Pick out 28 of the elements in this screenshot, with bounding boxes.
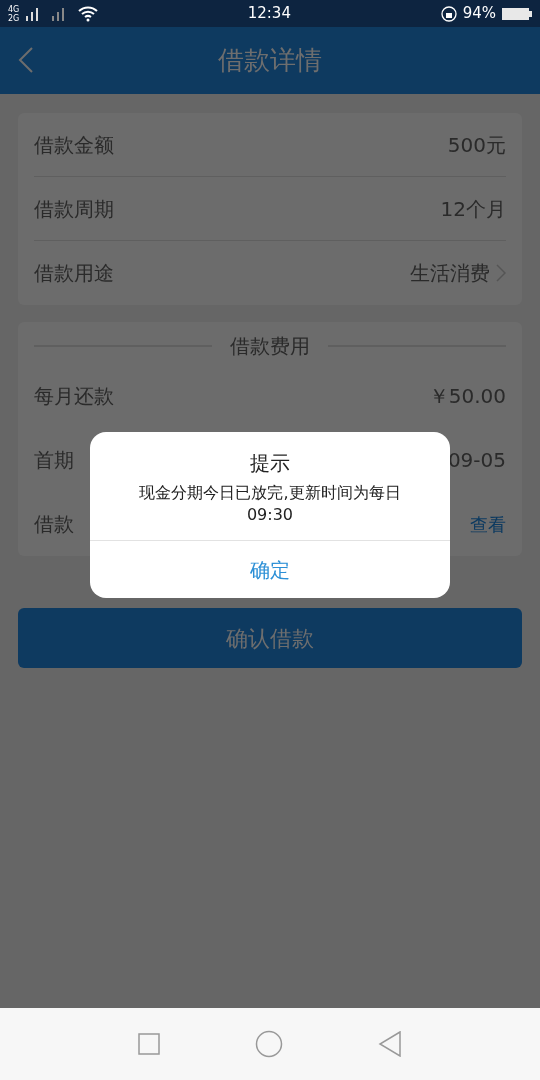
row-value: 09-05 bbox=[447, 447, 506, 474]
battery-icon bbox=[502, 6, 532, 21]
row-value: 12个月 bbox=[440, 195, 506, 223]
circle-icon[interactable] bbox=[255, 1030, 283, 1058]
row-value: 500元 bbox=[447, 131, 506, 159]
row-label: 首期 bbox=[34, 447, 74, 474]
dialog-message: 现金分期今日已放完,更新时间为每日09:30 bbox=[138, 482, 402, 526]
network-label: 4G 2G bbox=[8, 4, 20, 23]
row-label: 每月还款 bbox=[34, 383, 114, 410]
ok-button[interactable]: 确定 bbox=[90, 540, 450, 598]
wifi-icon bbox=[78, 5, 98, 22]
triangle-icon[interactable] bbox=[378, 1031, 403, 1057]
row-label: 借款周期 bbox=[34, 195, 114, 223]
row-label: 借款金额 bbox=[34, 131, 114, 159]
page-title: 借款详情 bbox=[218, 44, 322, 77]
section-title: 借款费用 bbox=[230, 333, 310, 360]
square-icon[interactable] bbox=[137, 1033, 160, 1055]
back-icon[interactable] bbox=[18, 47, 34, 73]
battery-percent: 94% bbox=[462, 3, 496, 25]
row-label: 借款用途 bbox=[34, 260, 114, 287]
confirm-button[interactable]: 确认借款 bbox=[18, 608, 522, 668]
row-label: 借款 bbox=[34, 511, 74, 538]
view-link[interactable]: 查看 bbox=[470, 510, 506, 538]
row-value: 生活消费 bbox=[410, 260, 490, 287]
dialog-title: 提示 bbox=[249, 450, 291, 477]
rotation-lock-icon bbox=[440, 5, 457, 22]
clock: 12:34 bbox=[247, 3, 291, 25]
row-value: ￥50.00 bbox=[428, 383, 506, 410]
